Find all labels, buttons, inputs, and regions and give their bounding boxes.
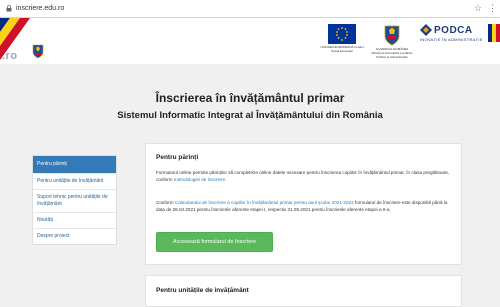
schools-panel: Pentru unitățile de învățământ [145, 275, 462, 307]
gov-coat-of-arms-icon [384, 25, 400, 46]
sidebar-item-about[interactable]: Despre proiect [33, 229, 116, 244]
calendar-start: Conform [156, 200, 175, 205]
panel2-heading: Pentru unitățile de învățământ [156, 287, 249, 294]
intro-end: . [225, 177, 227, 182]
podca-name: PODCA [434, 24, 473, 36]
eu-flag-icon [328, 24, 356, 44]
methodology-link[interactable]: metodologiei de înscriere [174, 177, 225, 182]
page-subtitle: Sistemul Informatic Integrat al Învățămâ… [117, 110, 383, 121]
site-header: .ro UNIUNEA EUROPEANĂ Fondul Social Euro… [0, 18, 500, 64]
eu-logo-caption: UNIUNEA EUROPEANĂ Fondul Social European [320, 45, 364, 53]
menu-dots-icon[interactable]: ⋮ [488, 3, 497, 13]
url-field[interactable]: inscriere.edu.ro [16, 5, 64, 12]
parents-panel: Pentru părinți Formularul online permite… [145, 143, 462, 265]
flag-emblem-icon [488, 24, 500, 47]
calendar-paragraph: Conform Calendarului de înscriere a copi… [156, 199, 451, 213]
access-form-button[interactable]: Accesează formularul de înscriere [156, 232, 273, 252]
browser-address-bar: inscriere.edu.ro ☆ ⋮ [0, 0, 500, 18]
sidebar-item-parents[interactable]: Pentru părinți [33, 156, 116, 174]
sidebar-item-news[interactable]: Noutăți [33, 213, 116, 229]
brand-suffix: .ro [2, 50, 18, 62]
sidebar-item-tech-support[interactable]: Suport tehnic pentru unitățile de învăță… [33, 190, 116, 213]
panel-heading: Pentru părinți [156, 154, 199, 161]
gov-logo: GUVERNUL ROMÂNIEI Ministerul Dezvoltării… [370, 24, 414, 59]
podca-tagline: INOVAȚIE ÎN ADMINISTRAȚIE [420, 37, 483, 42]
eu-logo: UNIUNEA EUROPEANĂ Fondul Social European [320, 24, 364, 53]
lock-icon [4, 4, 14, 14]
partner-logos: UNIUNEA EUROPEANĂ Fondul Social European… [320, 24, 483, 59]
podca-mark-icon [420, 24, 432, 36]
sidebar-item-schools[interactable]: Pentru unitățile de învățământ [33, 174, 116, 190]
calendar-link[interactable]: Calendarului de înscriere a copiilor în … [175, 200, 354, 205]
coat-of-arms-icon [32, 44, 44, 64]
sidebar-nav: Pentru părinți Pentru unitățile de învăț… [32, 155, 117, 245]
bookmark-star-icon[interactable]: ☆ [474, 3, 482, 13]
gov-logo-caption: GUVERNUL ROMÂNIEI Ministerul Dezvoltării… [371, 47, 413, 59]
podca-logo: PODCA INOVAȚIE ÎN ADMINISTRAȚIE [420, 24, 483, 42]
page-title: Înscrierea în învățământul primar [155, 91, 345, 105]
intro-paragraph: Formularul online permite părinților să … [156, 169, 451, 183]
